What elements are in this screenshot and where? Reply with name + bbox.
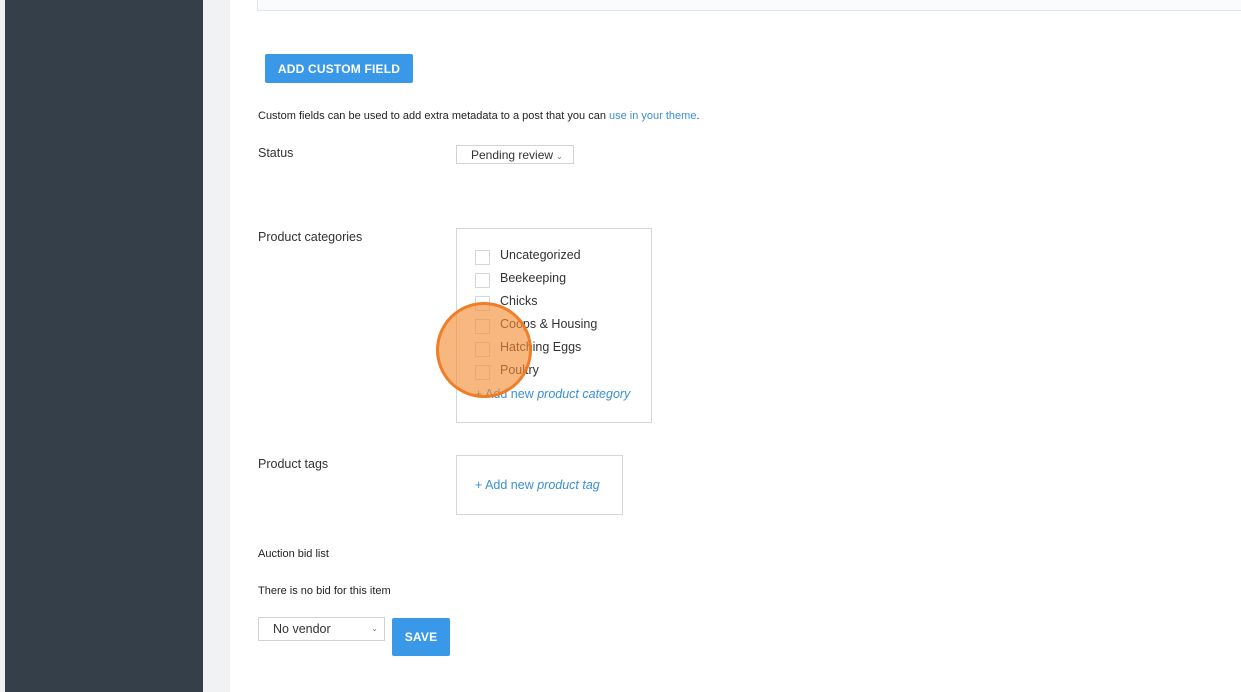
- editor-box-bottom-edge: [257, 0, 1241, 11]
- category-checkbox[interactable]: [475, 296, 490, 311]
- admin-sidebar: [5, 0, 203, 692]
- add-new-product-tag-link[interactable]: + Add new product tag: [475, 478, 600, 492]
- category-checkbox[interactable]: [475, 365, 490, 380]
- category-label: Coops & Housing: [500, 317, 598, 331]
- category-label: Uncategorized: [500, 248, 581, 262]
- category-checkbox[interactable]: [475, 342, 490, 357]
- use-in-theme-link[interactable]: use in your theme: [609, 110, 696, 122]
- content-gutter: [203, 0, 230, 692]
- custom-fields-description: Custom fields can be used to add extra m…: [258, 110, 700, 122]
- category-checkbox[interactable]: [475, 250, 490, 265]
- add-new-product-category-link[interactable]: + Add new product category: [475, 387, 630, 401]
- add-new-category-emphasis: product category: [537, 387, 631, 401]
- category-checkbox[interactable]: [475, 273, 490, 288]
- category-label: Chicks: [500, 294, 538, 308]
- save-button[interactable]: SAVE: [392, 618, 450, 656]
- category-label: Beekeeping: [500, 271, 567, 285]
- custom-fields-description-suffix: .: [696, 110, 700, 122]
- custom-fields-description-text: Custom fields can be used to add extra m…: [258, 110, 609, 122]
- chevron-down-icon: ⌄: [556, 152, 563, 161]
- status-label: Status: [258, 146, 294, 160]
- add-new-prefix: + Add new: [475, 387, 538, 401]
- category-label: Poultry: [500, 363, 539, 377]
- product-tags-label: Product tags: [258, 457, 329, 471]
- category-label: Hatching Eggs: [500, 340, 582, 354]
- no-bid-message: There is no bid for this item: [258, 585, 391, 597]
- chevron-down-icon: ⌄: [371, 624, 378, 633]
- status-selected-value: Pending review: [471, 148, 554, 162]
- vendor-select[interactable]: No vendor ⌄: [258, 617, 385, 641]
- status-select[interactable]: Pending review ⌄: [456, 145, 574, 164]
- add-new-prefix: + Add new: [475, 478, 538, 492]
- auction-bid-list-title: Auction bid list: [258, 548, 329, 560]
- product-categories-box: Uncategorized Beekeeping Chicks Coops & …: [456, 228, 652, 423]
- product-categories-label: Product categories: [258, 230, 363, 244]
- add-custom-field-button[interactable]: ADD CUSTOM FIELD: [265, 54, 413, 83]
- category-checkbox[interactable]: [475, 319, 490, 334]
- product-tags-box: + Add new product tag: [456, 455, 623, 515]
- vendor-selected-value: No vendor: [273, 622, 331, 636]
- main-content: ADD CUSTOM FIELD Custom fields can be us…: [230, 0, 1241, 692]
- add-new-tag-emphasis: product tag: [537, 478, 600, 492]
